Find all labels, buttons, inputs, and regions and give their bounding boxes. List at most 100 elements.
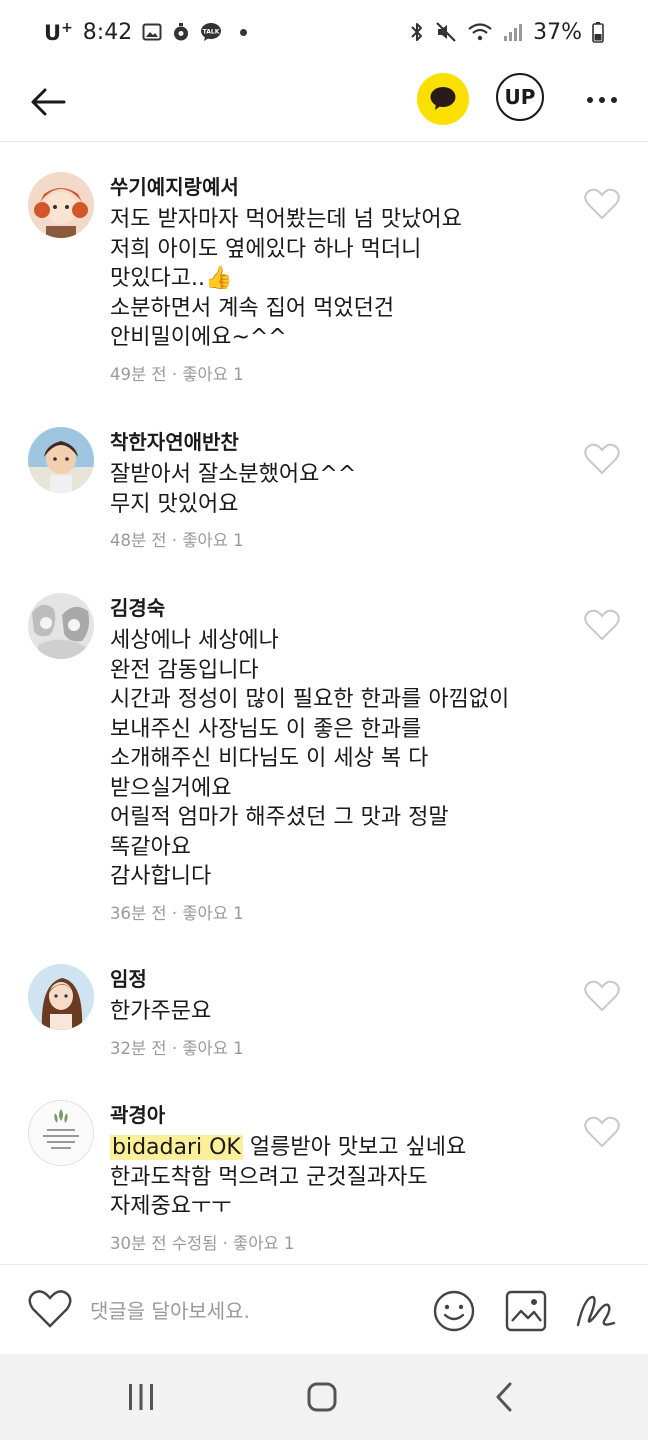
battery-icon [592, 21, 604, 43]
kakaotalk-notification-icon: TALK [200, 22, 222, 42]
home-button[interactable] [305, 1381, 339, 1413]
comment-like-button[interactable] [584, 980, 620, 1012]
comment-like-button[interactable] [584, 188, 620, 220]
comment-likes[interactable]: 좋아요 1 [182, 365, 243, 384]
avatar[interactable] [28, 172, 94, 238]
comment-meta: 49분 전 · 좋아요 1 [110, 361, 578, 385]
system-nav-bar [0, 1354, 648, 1440]
comment-meta: 48분 전 · 좋아요 1 [110, 527, 578, 551]
clock: 8:42 [82, 19, 133, 45]
comment-author[interactable]: 김경숙 [110, 593, 578, 623]
comment-time: 30분 전 수정됨 [110, 1233, 218, 1253]
avatar[interactable] [28, 427, 94, 493]
more-dot-icon [599, 97, 605, 103]
meta-separator: · [166, 531, 183, 550]
app-bar: UP [0, 64, 648, 142]
comment-item: 곽경아 bidadari OK 얼릉받아 맛보고 싶네요 한과도착함 먹으려고 … [0, 1100, 648, 1264]
heart-outline-icon [28, 1290, 72, 1328]
recent-apps-icon [129, 1384, 153, 1410]
carrier-plus: + [61, 19, 73, 36]
comment-body: 곽경아 bidadari OK 얼릉받아 맛보고 싶네요 한과도착함 먹으려고 … [110, 1100, 578, 1254]
status-left: U+ 8:42 TALK [44, 19, 248, 45]
back-arrow-icon [31, 88, 66, 116]
comment-likes[interactable]: 좋아요 1 [182, 904, 243, 923]
signal-icon [503, 22, 523, 42]
comment-author[interactable]: 착한자연애반찬 [110, 427, 578, 457]
wifi-icon [467, 21, 493, 43]
avatar[interactable] [28, 593, 94, 659]
smiley-icon [433, 1290, 475, 1332]
meta-separator: · [166, 1038, 183, 1058]
more-dot-icon [611, 97, 617, 103]
mention-tag[interactable]: bidadari OK [110, 1135, 243, 1160]
post-like-button[interactable] [28, 1289, 72, 1329]
chat-bubble-icon [430, 87, 456, 110]
handwriting-button[interactable] [574, 1289, 618, 1333]
comment-body: 김경숙 세상에나 세상에나 완전 감동입니다 시간과 정성이 많이 필요한 한과… [110, 593, 578, 924]
comment-text: 저도 받자마자 먹어봤는데 넘 맛났어요 저희 아이도 옆에있다 하나 먹더니 … [110, 207, 462, 350]
meta-separator: · [166, 364, 183, 384]
comment-body: 쑤기예지랑예서 저도 받자마자 먹어봤는데 넘 맛났어요 저희 아이도 옆에있다… [110, 172, 578, 385]
comment-time: 32분 전 [110, 1038, 167, 1058]
home-icon [307, 1382, 337, 1412]
heart-outline-icon [584, 188, 620, 220]
comment-body: 임정 한가주문요 32분 전 · 좋아요 1 [110, 964, 578, 1059]
comment-author[interactable]: 곽경아 [110, 1100, 578, 1130]
comment-meta: 36분 전 · 좋아요 1 [110, 900, 578, 924]
pen-drawing-icon [576, 1295, 616, 1327]
comment-time: 49분 전 [110, 364, 167, 384]
status-right: 37% [409, 20, 604, 45]
back-button[interactable] [26, 80, 70, 124]
comment-likes[interactable]: 좋아요 1 [182, 531, 243, 550]
image-icon [505, 1290, 547, 1332]
battery-percent: 37% [533, 19, 582, 45]
comment-like-button[interactable] [584, 1116, 620, 1148]
comment-input[interactable]: 댓글을 달아보세요. [90, 1295, 250, 1324]
heart-outline-icon [584, 1116, 620, 1148]
comment-likes[interactable]: 좋아요 1 [182, 1039, 243, 1058]
comment-likes[interactable]: 좋아요 1 [233, 1234, 294, 1253]
heart-outline-icon [584, 980, 620, 1012]
chevron-left-icon [496, 1382, 512, 1412]
comment-list: 쑤기예지랑예서 저도 받자마자 먹어봤는데 넘 맛났어요 저희 아이도 옆에있다… [0, 142, 648, 1264]
carrier-name: U [44, 20, 62, 45]
meta-separator: · [166, 903, 183, 923]
comment-item: 착한자연애반찬 잘받아서 잘소분했어요^^ 무지 맛있어요 48분 전 · 좋아… [0, 427, 648, 557]
comment-time: 48분 전 [110, 531, 167, 550]
svg-text:TALK: TALK [203, 29, 220, 36]
comment-item: 임정 한가주문요 32분 전 · 좋아요 1 [0, 964, 648, 1074]
system-back-button[interactable] [490, 1381, 520, 1413]
status-bar: U+ 8:42 TALK 37% [0, 0, 648, 64]
kakaotalk-share-button[interactable] [417, 73, 469, 125]
emoticon-button[interactable] [432, 1289, 476, 1333]
carrier-label: U+ [44, 20, 73, 45]
comment-meta: 30분 전 수정됨 · 좋아요 1 [110, 1230, 578, 1254]
comment-body: 착한자연애반찬 잘받아서 잘소분했어요^^ 무지 맛있어요 48분 전 · 좋아… [110, 427, 578, 551]
mute-icon [435, 21, 457, 43]
avatar[interactable] [28, 1100, 94, 1166]
comment-like-button[interactable] [584, 609, 620, 641]
gallery-notification-icon [142, 22, 162, 42]
heart-outline-icon [584, 443, 620, 475]
up-button[interactable]: UP [496, 73, 544, 121]
more-options-button[interactable] [580, 84, 624, 116]
comment-author[interactable]: 임정 [110, 964, 578, 994]
attach-image-button[interactable] [504, 1289, 548, 1333]
recent-apps-button[interactable] [124, 1381, 158, 1413]
comment-text: bidadari OK 얼릉받아 맛보고 싶네요 한과도착함 먹으려고 군것질과… [110, 1133, 578, 1222]
comment-author[interactable]: 쑤기예지랑예서 [110, 172, 578, 202]
comment-item: 쑤기예지랑예서 저도 받자마자 먹어봤는데 넘 맛났어요 저희 아이도 옆에있다… [0, 172, 648, 402]
comment-text: 잘받아서 잘소분했어요^^ 무지 맛있어요 [110, 462, 357, 517]
comment-text: 한가주문요 [110, 999, 212, 1024]
avatar[interactable] [28, 964, 94, 1030]
comment-time: 36분 전 [110, 903, 167, 923]
bluetooth-icon [409, 21, 425, 43]
comment-text: 세상에나 세상에나 완전 감동입니다 시간과 정성이 많이 필요한 한과를 아낌… [110, 628, 510, 889]
timer-notification-icon [172, 22, 190, 42]
comment-input-bar: 댓글을 달아보세요. [0, 1264, 648, 1354]
heart-outline-icon [584, 609, 620, 641]
more-notifications-dot [240, 28, 248, 36]
comment-meta: 32분 전 · 좋아요 1 [110, 1035, 578, 1059]
comment-like-button[interactable] [584, 443, 620, 475]
meta-separator: · [217, 1233, 234, 1253]
